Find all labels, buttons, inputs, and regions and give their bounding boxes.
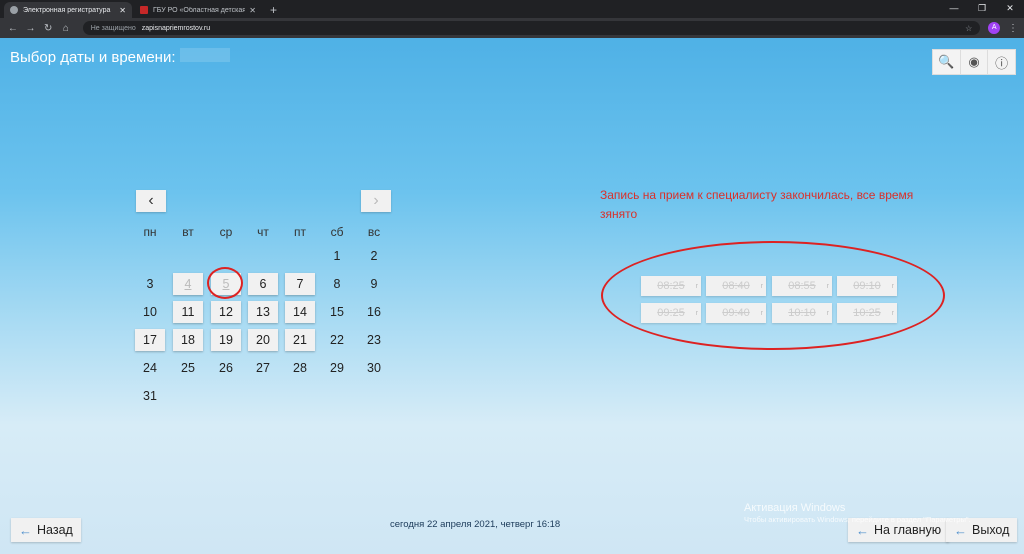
home-icon[interactable]: ⌂ bbox=[59, 23, 73, 34]
reload-icon[interactable]: ↻ bbox=[41, 23, 55, 34]
calendar-day: 26 bbox=[219, 361, 233, 375]
close-icon[interactable]: ✕ bbox=[119, 6, 126, 15]
security-indicator[interactable]: Не защищено bbox=[91, 25, 136, 32]
highlight-ellipse bbox=[207, 267, 243, 299]
weekday-label: чт bbox=[257, 225, 269, 239]
url-text: zapisnapriemrostov.ru bbox=[141, 24, 211, 32]
weekday-label: вс bbox=[367, 225, 381, 239]
tab-label: Электронная регистратура bbox=[23, 6, 111, 14]
chevron-left-icon: ‹ bbox=[148, 192, 154, 209]
globe-icon bbox=[10, 6, 18, 14]
no-slots-notice: Запись на прием к специалисту закончилас… bbox=[600, 188, 914, 221]
current-date: сегодня 22 апреля 2021, четверг 16:18 bbox=[390, 519, 561, 530]
calendar-day: 29 bbox=[330, 361, 344, 375]
calendar-day: 16 bbox=[367, 305, 381, 319]
profile-avatar[interactable]: A bbox=[988, 22, 1001, 34]
calendar-day: 8 bbox=[333, 277, 341, 291]
new-tab-button[interactable]: + bbox=[270, 2, 277, 18]
watermark-text: Чтобы активировать Windows, перейдите в … bbox=[744, 515, 971, 524]
back-button[interactable]: ← Назад bbox=[11, 518, 81, 542]
back-arrow-icon[interactable]: ← bbox=[6, 23, 20, 34]
time-slot: 09:25 bbox=[641, 303, 701, 323]
info-icon[interactable]: ⓘ bbox=[988, 50, 1015, 74]
tab-label: ГБУ РО «Областная детская кл... bbox=[153, 6, 246, 14]
time-slot: 08:55 bbox=[772, 276, 832, 296]
weekday-label: вт bbox=[182, 225, 194, 239]
calendar-day: 25 bbox=[181, 361, 195, 375]
time-slot: 10:25 bbox=[837, 303, 897, 323]
redacted-area bbox=[180, 48, 230, 62]
calendar-day[interactable]: 7 bbox=[285, 273, 315, 295]
time-slot: 08:40 bbox=[706, 276, 766, 296]
time-slot: 09:10 bbox=[837, 276, 897, 296]
calendar-day[interactable]: 21 bbox=[285, 329, 315, 351]
time-slot: 09:40 bbox=[706, 303, 766, 323]
calendar-day[interactable]: 19 bbox=[211, 329, 241, 351]
forward-arrow-icon[interactable]: → bbox=[24, 23, 38, 34]
calendar-day: 22 bbox=[330, 333, 344, 347]
maximize-icon[interactable]: ❐ bbox=[968, 0, 996, 18]
calendar-day[interactable]: 13 bbox=[248, 301, 278, 323]
calendar-day: 24 bbox=[143, 361, 157, 375]
windows-activation-watermark: Активация Windows Чтобы активировать Win… bbox=[744, 502, 971, 524]
calendar-day: 30 bbox=[367, 361, 381, 375]
chevron-right-icon: › bbox=[373, 192, 379, 209]
tab-registry[interactable]: Электронная регистратура ✕ bbox=[4, 2, 132, 18]
calendar-day: 2 bbox=[370, 249, 378, 263]
calendar-day: 31 bbox=[143, 389, 157, 403]
calendar-day[interactable]: 12 bbox=[211, 301, 241, 323]
eye-icon[interactable]: ◉ bbox=[961, 50, 989, 74]
minimize-icon[interactable]: — bbox=[940, 0, 968, 18]
time-slot: 10:10 bbox=[772, 303, 832, 323]
arrow-left-icon: ← bbox=[954, 522, 967, 538]
close-window-icon[interactable]: ✕ bbox=[996, 0, 1024, 18]
url-input[interactable]: Не защищено zapisnapriemrostov.ru ☆ bbox=[82, 21, 981, 35]
menu-icon[interactable]: ⋮ bbox=[1008, 23, 1018, 34]
calendar-day[interactable]: 11 bbox=[173, 301, 203, 323]
next-month-button[interactable]: › bbox=[361, 190, 391, 212]
site-favicon-icon bbox=[140, 6, 148, 14]
page: Выбор даты и времени: 🔍 ◉ ⓘ ‹ › пн вт ср чт… bbox=[0, 38, 1024, 554]
arrow-left-icon: ← bbox=[856, 522, 869, 538]
prev-month-button[interactable]: ‹ bbox=[136, 190, 166, 212]
calendar-day[interactable]: 18 bbox=[173, 329, 203, 351]
search-zoom-icon[interactable]: 🔍 bbox=[933, 50, 961, 74]
calendar-day: 9 bbox=[370, 277, 378, 291]
arrow-left-icon: ← bbox=[19, 522, 32, 538]
calendar-day: 3 bbox=[146, 277, 154, 291]
calendar-day[interactable]: 14 bbox=[285, 301, 315, 323]
close-icon[interactable]: ✕ bbox=[249, 6, 256, 15]
address-bar: ← → ↻ ⌂ Не защищено zapisnapriemrostov.r… bbox=[0, 18, 1024, 38]
weekday-label: пт bbox=[294, 225, 306, 239]
calendar-day[interactable]: 6 bbox=[248, 273, 278, 295]
calendar-day: 27 bbox=[256, 361, 270, 375]
window-controls: — ❐ ✕ bbox=[940, 0, 1024, 18]
calendar-day: 4 bbox=[173, 273, 203, 295]
back-label: Назад bbox=[37, 523, 73, 537]
watermark-title: Активация Windows bbox=[744, 502, 846, 514]
calendar-day: 15 bbox=[330, 305, 344, 319]
time-slot: 08:25 bbox=[641, 276, 701, 296]
toolbar: 🔍 ◉ ⓘ bbox=[932, 49, 1016, 75]
calendar-day[interactable]: 20 bbox=[248, 329, 278, 351]
browser-tabbar: Электронная регистратура ✕ ГБУ РО «Облас… bbox=[0, 0, 1024, 18]
page-title: Выбор даты и времени: bbox=[10, 49, 176, 66]
exit-label: Выход bbox=[972, 523, 1010, 537]
weekday-label: пн bbox=[143, 225, 157, 239]
star-icon[interactable]: ☆ bbox=[965, 24, 972, 33]
weekday-label: сб bbox=[330, 225, 344, 239]
calendar-day: 28 bbox=[293, 361, 307, 375]
calendar-day: 1 bbox=[333, 249, 341, 263]
calendar-day: 10 bbox=[143, 305, 157, 319]
calendar-day: 23 bbox=[367, 333, 381, 347]
home-label: На главную bbox=[874, 523, 942, 537]
tab-hospital[interactable]: ГБУ РО «Областная детская кл... ✕ bbox=[134, 2, 262, 18]
weekday-label: ср bbox=[219, 225, 233, 239]
calendar-day[interactable]: 17 bbox=[135, 329, 165, 351]
